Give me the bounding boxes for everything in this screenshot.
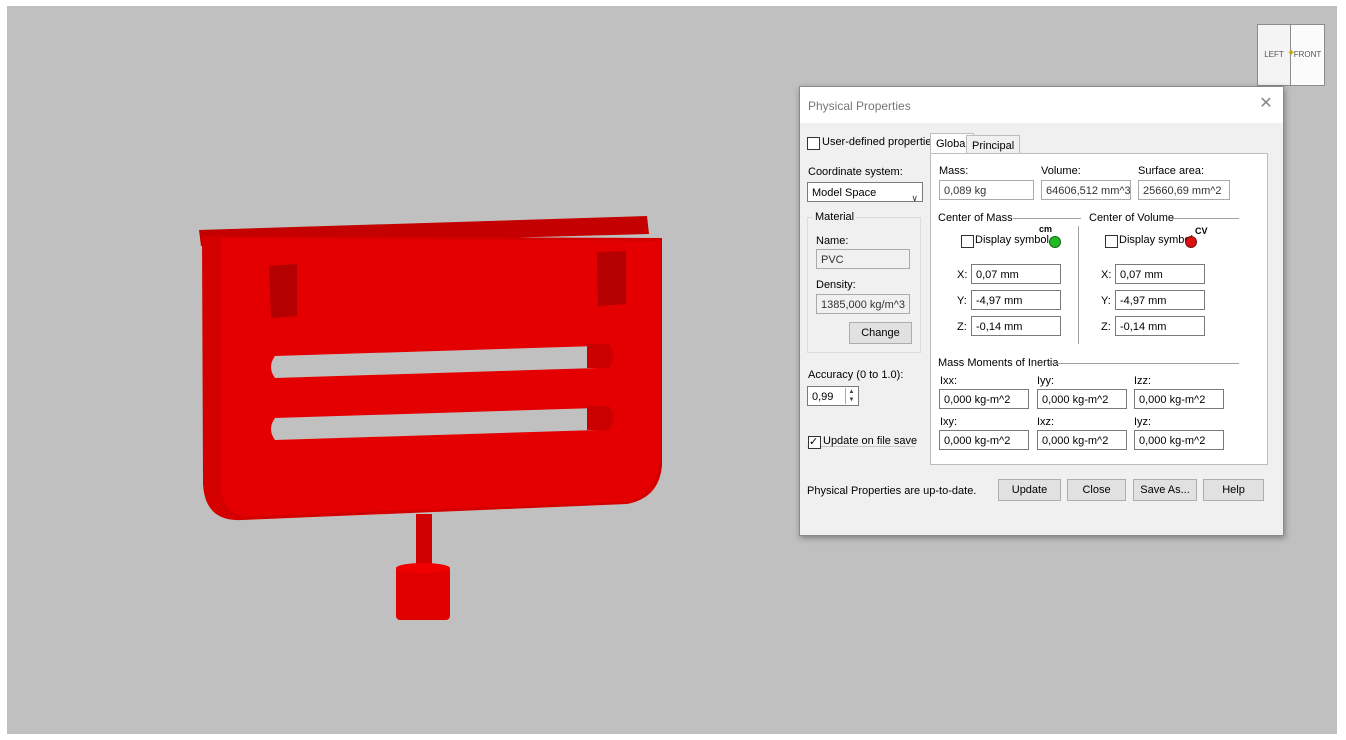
iyz-field: 0,000 kg-m^2: [1134, 430, 1224, 450]
iyz-label: Iyz:: [1134, 416, 1152, 428]
accuracy-value: 0,99: [812, 391, 834, 403]
ixz-label: Ixz:: [1037, 416, 1055, 428]
ixx-label: Ixx:: [940, 375, 958, 387]
mass-field: 0,089 kg: [939, 180, 1034, 200]
center-divider: [1078, 226, 1079, 344]
dialog-title: Physical Properties: [808, 99, 911, 113]
volume-field: 64606,512 mm^3: [1041, 180, 1131, 200]
center-of-mass-heading: Center of Mass: [938, 212, 1013, 224]
model-stem: [416, 514, 432, 570]
model-slot-lower-end: [587, 406, 613, 430]
material-name-label: Name:: [816, 235, 849, 247]
surface-area-field: 25660,69 mm^2: [1138, 180, 1230, 200]
cm-x-label: X:: [957, 269, 968, 281]
coordinate-system-label: Coordinate system:: [808, 166, 903, 178]
view-cube-front-face[interactable]: FRONT: [1290, 24, 1325, 86]
iyy-label: Iyy:: [1037, 375, 1055, 387]
cv-display-symbol-label: Display symbol: [1119, 234, 1193, 246]
physical-properties-dialog: Physical Properties ✕ User-defined prope…: [799, 86, 1284, 536]
user-defined-properties-label: User-defined properties: [822, 136, 937, 148]
status-text: Physical Properties are up-to-date.: [807, 485, 977, 497]
help-button[interactable]: Help: [1203, 479, 1264, 501]
chevron-down-icon: ∨: [911, 193, 918, 203]
density-field: 1385,000 kg/m^3: [816, 294, 910, 314]
global-tab-panel: Mass: 0,089 kg Volume: 64606,512 mm^3 Su…: [930, 153, 1268, 465]
update-on-file-save-label: Update on file save: [823, 435, 918, 447]
view-cube-left-face[interactable]: LEFT: [1257, 24, 1291, 86]
cm-y-field: -4,97 mm: [971, 290, 1061, 310]
coordinate-system-value: Model Space: [812, 187, 877, 199]
model-slot-upper-end: [587, 344, 613, 368]
cm-symbol-icon: [1049, 236, 1061, 248]
cv-x-field: 0,07 mm: [1115, 264, 1205, 284]
ixx-field: 0,000 kg-m^2: [939, 389, 1029, 409]
center-of-volume-rule: [1171, 218, 1239, 219]
density-label: Density:: [816, 279, 856, 291]
ixz-field: 0,000 kg-m^2: [1037, 430, 1127, 450]
material-name-field: PVC: [816, 249, 910, 269]
cv-z-label: Z:: [1101, 321, 1111, 333]
cm-x-field: 0,07 mm: [971, 264, 1061, 284]
save-as-button[interactable]: Save As...: [1133, 479, 1197, 501]
ixy-label: Ixy:: [940, 416, 958, 428]
cm-z-label: Z:: [957, 321, 967, 333]
close-button[interactable]: Close: [1067, 479, 1126, 501]
cv-y-field: -4,97 mm: [1115, 290, 1205, 310]
cv-display-symbol-checkbox[interactable]: [1105, 235, 1118, 248]
inertia-heading: Mass Moments of Inertia: [938, 357, 1059, 369]
spinner-arrows-icon[interactable]: ▲ ▼: [845, 388, 857, 404]
cv-symbol-icon: [1185, 236, 1197, 248]
cm-display-symbol-checkbox[interactable]: [961, 235, 974, 248]
view-cube-left-label: LEFT: [1264, 50, 1284, 59]
cm-z-field: -0,14 mm: [971, 316, 1061, 336]
center-of-volume-heading: Center of Volume: [1089, 212, 1174, 224]
model-tab-right: [597, 251, 626, 306]
tab-principal[interactable]: Principal: [966, 135, 1021, 155]
view-cube[interactable]: LEFT FRONT: [1257, 24, 1325, 86]
accuracy-spinbox[interactable]: 0,99 ▲ ▼: [807, 386, 859, 406]
izz-label: Izz:: [1134, 375, 1152, 387]
dialog-titlebar[interactable]: Physical Properties ✕: [800, 87, 1283, 123]
volume-label: Volume:: [1041, 165, 1081, 177]
accuracy-label: Accuracy (0 to 1.0):: [808, 369, 904, 381]
model-knob-top: [396, 563, 450, 573]
update-on-file-save-checkbox[interactable]: [808, 435, 821, 449]
view-cube-compass-icon: [1287, 50, 1294, 57]
update-button[interactable]: Update: [998, 479, 1061, 501]
user-defined-properties-checkbox[interactable]: [807, 137, 820, 150]
cm-display-symbol-label: Display symbol: [975, 234, 1049, 246]
cv-y-label: Y:: [1101, 295, 1111, 307]
view-cube-front-label: FRONT: [1293, 50, 1322, 59]
inertia-rule: [1049, 363, 1239, 364]
iyy-field: 0,000 kg-m^2: [1037, 389, 1127, 409]
coordinate-system-select[interactable]: Model Space ∨: [807, 182, 923, 203]
ixy-field: 0,000 kg-m^2: [939, 430, 1029, 450]
material-group-label: Material: [813, 211, 857, 223]
surface-area-label: Surface area:: [1138, 165, 1205, 177]
center-of-mass-rule: [1013, 218, 1081, 219]
mass-label: Mass:: [939, 165, 969, 177]
model-knob: [396, 566, 450, 620]
model-tab-left: [269, 264, 297, 318]
cv-symbol-text: CV: [1195, 226, 1208, 236]
cv-z-field: -0,14 mm: [1115, 316, 1205, 336]
izz-field: 0,000 kg-m^2: [1134, 389, 1224, 409]
cv-x-label: X:: [1101, 269, 1112, 281]
change-material-button[interactable]: Change: [849, 322, 912, 344]
cm-symbol-text: cm: [1039, 224, 1053, 234]
close-icon[interactable]: ✕: [1257, 94, 1275, 114]
cm-y-label: Y:: [957, 295, 967, 307]
